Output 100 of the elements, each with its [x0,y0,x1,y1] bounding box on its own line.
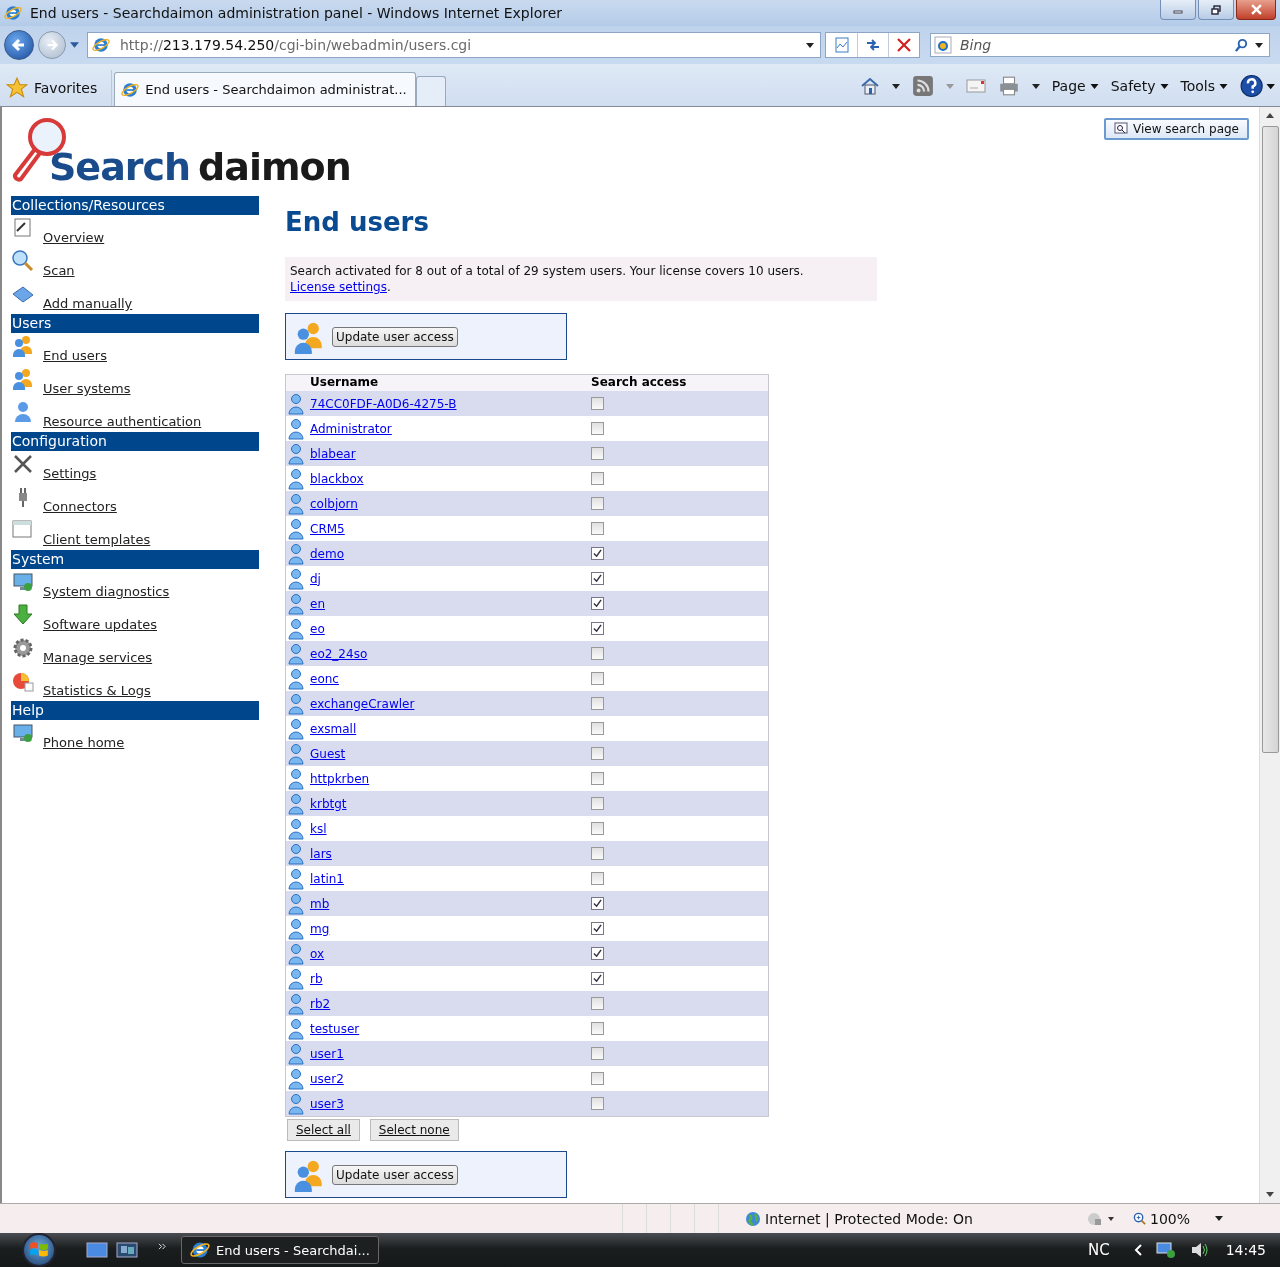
search-access-checkbox[interactable] [591,447,604,460]
search-access-checkbox[interactable] [591,522,604,535]
sidebar-link[interactable]: Resource authentication [43,414,202,429]
search-access-checkbox[interactable] [591,922,604,935]
search-box[interactable]: Bing [930,33,1270,57]
username-link[interactable]: exsmall [310,721,591,736]
username-link[interactable]: eonc [310,671,591,686]
sidebar-link[interactable]: Phone home [43,735,125,750]
sidebar-link[interactable]: End users [43,348,107,363]
dropdown-icon[interactable] [70,42,79,48]
sidebar-link[interactable]: Scan [43,263,75,278]
command-menu[interactable]: Safety [1110,78,1169,94]
search-access-checkbox[interactable] [591,847,604,860]
scrollbar[interactable] [1259,107,1280,1203]
scroll-down-icon[interactable] [1266,1192,1274,1197]
command-menu[interactable]: Page [1051,78,1099,94]
search-access-checkbox[interactable] [591,572,604,585]
switch-windows-icon[interactable] [116,1242,138,1258]
username-link[interactable]: CRM5 [310,521,591,536]
new-tab-button[interactable] [415,76,446,106]
username-link[interactable]: Administrator [310,421,591,436]
close-button[interactable] [1236,0,1276,20]
mail-icon[interactable] [965,79,986,93]
chevron-icon[interactable] [1133,1244,1142,1256]
username-link[interactable]: httpkrben [310,771,591,786]
username-link[interactable]: mg [310,921,591,936]
caret-icon[interactable] [806,42,814,48]
username-link[interactable]: latin1 [310,871,591,886]
scroll-up-icon[interactable] [1266,113,1274,118]
search-access-checkbox[interactable] [591,647,604,660]
select-all-button[interactable]: Select all [287,1119,360,1141]
search-access-checkbox[interactable] [591,997,604,1010]
search-access-checkbox[interactable] [591,547,604,560]
taskbar-button[interactable]: End users - Searchdai... [181,1236,379,1264]
browser-tab[interactable]: End users - Searchdaimon administrat... [114,72,416,106]
minimize-button[interactable] [1160,0,1196,20]
sidebar-link[interactable]: Statistics & Logs [43,683,151,698]
zoom-control[interactable]: 100% [1133,1210,1223,1227]
search-access-checkbox[interactable] [591,497,604,510]
search-access-checkbox[interactable] [591,397,604,410]
username-link[interactable]: user2 [310,1071,591,1086]
view-search-page-button[interactable]: View search page [1104,118,1249,140]
search-access-checkbox[interactable] [591,722,604,735]
sidebar-link[interactable]: Add manually [43,296,133,311]
username-link[interactable]: eo [310,621,591,636]
search-access-checkbox[interactable] [591,972,604,985]
search-access-checkbox[interactable] [591,1072,604,1085]
select-none-button[interactable]: Select none [369,1119,459,1141]
search-access-checkbox[interactable] [591,747,604,760]
desktop-icon[interactable] [86,1242,108,1258]
search-access-checkbox[interactable] [591,872,604,885]
sidebar-link[interactable]: User systems [43,381,131,396]
search-icon[interactable] [1234,37,1249,53]
search-access-checkbox[interactable] [591,822,604,835]
update-user-access-button[interactable]: Update user access [332,1164,458,1185]
back-button[interactable] [4,30,34,60]
username-link[interactable]: blackbox [310,471,591,486]
search-access-checkbox[interactable] [591,1022,604,1035]
search-access-checkbox[interactable] [591,947,604,960]
search-access-checkbox[interactable] [591,797,604,810]
printer-icon[interactable] [997,75,1020,97]
sidebar-link[interactable]: System diagnostics [43,584,170,599]
sidebar-link[interactable]: Settings [43,466,97,481]
search-access-checkbox[interactable] [591,422,604,435]
favorites-button[interactable]: Favorites [0,70,113,106]
caret-icon[interactable] [1031,83,1040,89]
sidebar-link[interactable]: Manage services [43,650,153,665]
search-access-checkbox[interactable] [591,697,604,710]
username-link[interactable]: ksl [310,821,591,836]
search-access-checkbox[interactable] [591,622,604,635]
search-access-checkbox[interactable] [591,597,604,610]
caret-icon[interactable] [1255,42,1263,48]
search-access-checkbox[interactable] [591,897,604,910]
address-field[interactable]: http://213.179.54.250/cgi-bin/webadmin/users.cgi [87,32,821,58]
update-user-access-button[interactable]: Update user access [332,326,458,347]
sidebar-link[interactable]: Software updates [43,617,158,632]
search-access-checkbox[interactable] [591,772,604,785]
username-link[interactable]: dj [310,571,591,586]
command-menu[interactable]: Tools [1180,78,1228,94]
search-access-checkbox[interactable] [591,1047,604,1060]
network-icon[interactable] [1155,1241,1176,1259]
sidebar-link[interactable]: Connectors [43,499,117,514]
sidebar-link[interactable]: Overview [43,230,105,245]
feed-icon[interactable] [911,75,934,97]
start-button[interactable] [22,1233,56,1267]
search-access-checkbox[interactable] [591,672,604,685]
home-icon[interactable] [859,76,880,96]
forward-button[interactable] [38,31,66,59]
help-icon[interactable] [1240,74,1276,98]
license-settings-link[interactable]: License settings [290,280,387,294]
username-link[interactable]: rb [310,971,591,986]
search-access-checkbox[interactable] [591,1097,604,1110]
sidebar-link[interactable]: Client templates [43,532,151,547]
restore-button[interactable] [1198,0,1234,20]
scroll-thumb[interactable] [1261,126,1279,753]
username-link[interactable]: testuser [310,1021,591,1036]
chevron-icon[interactable] [158,1242,167,1250]
caret-icon[interactable] [891,83,900,89]
volume-icon[interactable] [1189,1241,1210,1259]
language-indicator[interactable]: NC [1087,1241,1110,1259]
